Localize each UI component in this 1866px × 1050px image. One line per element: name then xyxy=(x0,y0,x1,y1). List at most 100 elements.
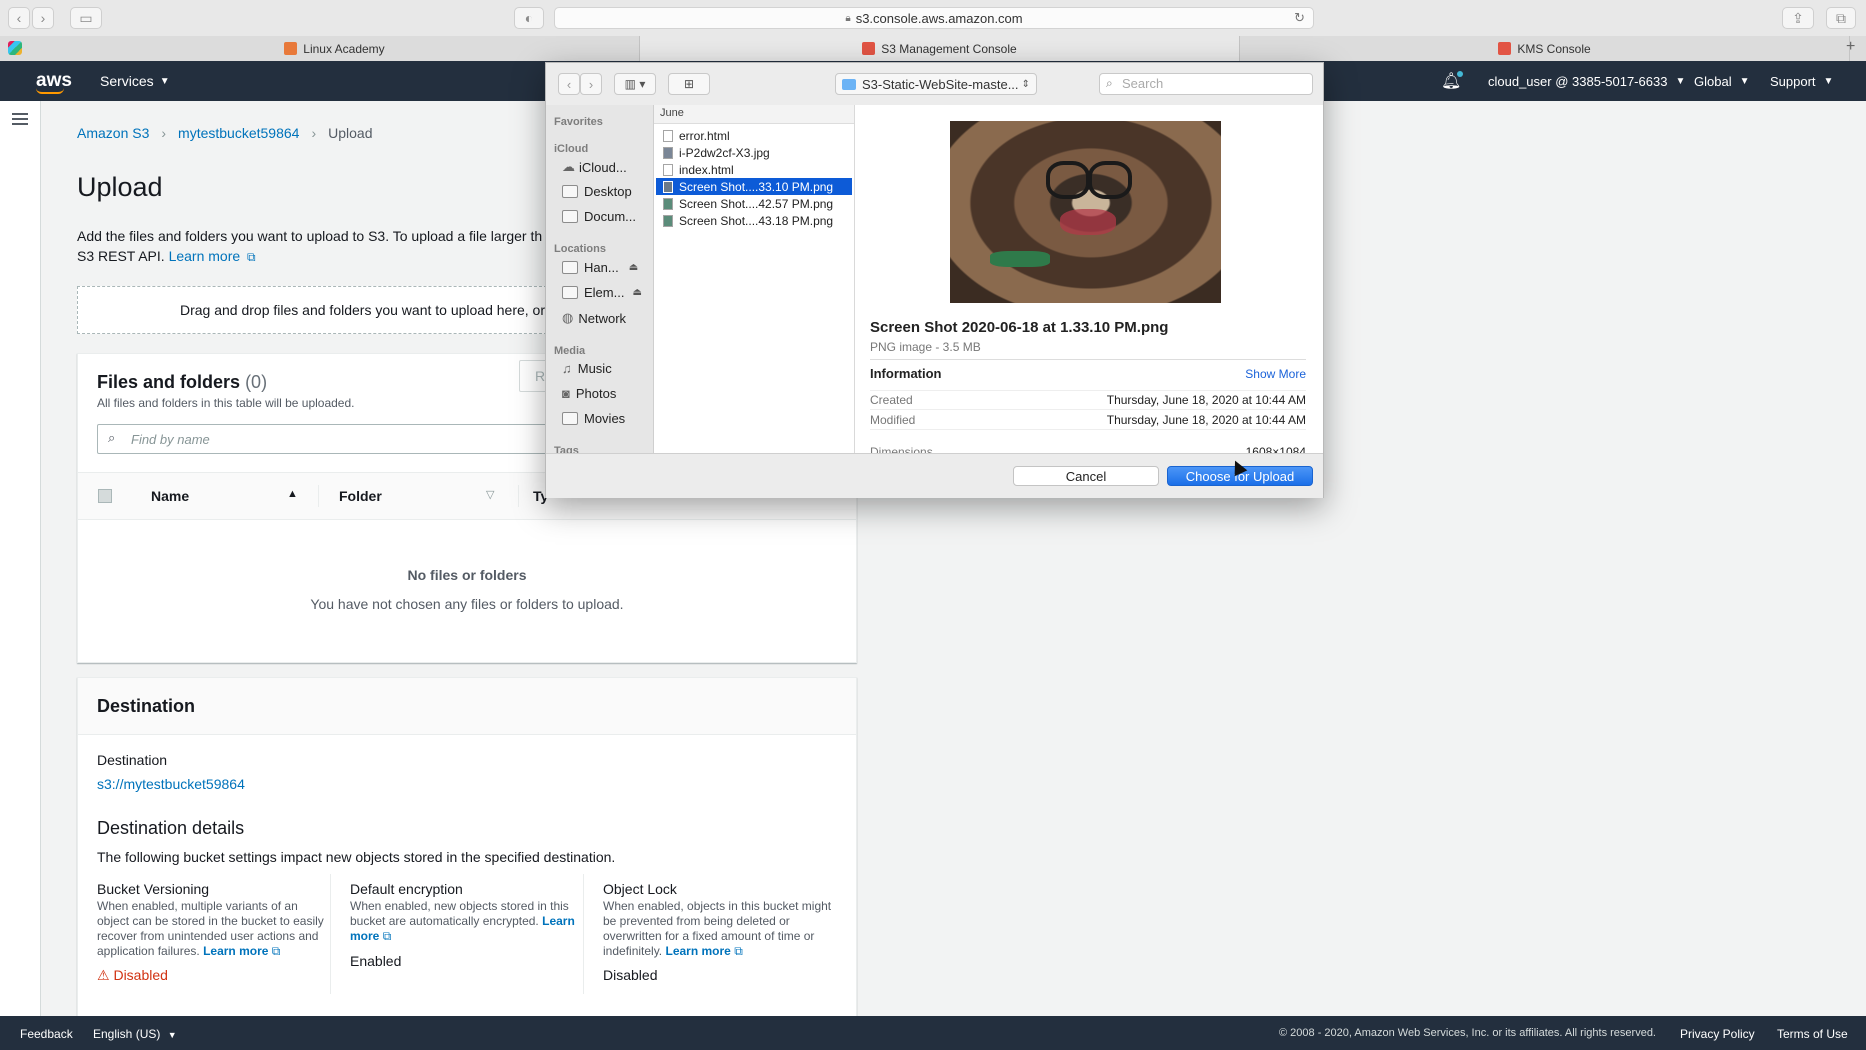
image-file-icon xyxy=(663,197,673,210)
default-encryption-desc: bucket are automatically encrypted. xyxy=(350,914,539,928)
destination-details-title: Destination details xyxy=(97,818,245,838)
share-icon[interactable]: ⇪ xyxy=(1782,7,1814,29)
sidebar-item-label: Photos xyxy=(575,386,617,401)
files-count: (0) xyxy=(245,372,268,392)
sidebar-item-desktop[interactable]: Desktop xyxy=(562,184,632,199)
privacy-policy-link[interactable]: Privacy Policy xyxy=(1680,1027,1755,1041)
chevron-right-icon: › xyxy=(311,125,317,141)
back-icon[interactable]: ‹ xyxy=(8,7,30,29)
new-folder-icon[interactable]: ⊞ xyxy=(668,73,710,95)
breadcrumb-amazon-s3[interactable]: Amazon S3 xyxy=(77,125,149,141)
language-menu[interactable]: English (US) ▼ xyxy=(93,1027,177,1041)
learn-more-link[interactable]: more xyxy=(350,929,379,943)
bucket-versioning-desc: When enabled, multiple variants of an xyxy=(97,899,298,913)
sidebar-item-label: Desktop xyxy=(584,184,632,199)
find-by-name-input[interactable]: ⌕ Find by name xyxy=(97,424,567,454)
page-title: Upload xyxy=(77,172,163,202)
caret-down-icon: ▼ xyxy=(159,75,170,87)
support-menu[interactable]: Support ▼ xyxy=(1770,61,1833,101)
show-more-link[interactable]: Show More xyxy=(1245,367,1306,381)
destination-panel: Destination Destination s3://mytestbucke… xyxy=(77,677,857,1024)
file-name: Screen Shot....33.10 PM.png xyxy=(679,179,834,194)
object-lock-desc: indefinitely. xyxy=(603,944,663,958)
file-item[interactable]: Screen Shot....42.57 PM.png xyxy=(656,195,852,212)
cancel-button[interactable]: Cancel xyxy=(1013,466,1159,486)
privacy-shield-icon[interactable]: ◐ xyxy=(514,7,544,29)
sidebar-item-label: Music xyxy=(577,361,612,376)
tab-s3-console[interactable]: S3 Management Console xyxy=(640,36,1240,61)
learn-more-link[interactable]: Learn more xyxy=(169,248,241,264)
tab-kms-console[interactable]: KMS Console xyxy=(1240,36,1850,61)
feedback-link[interactable]: Feedback xyxy=(20,1027,73,1041)
hamburger-menu-icon[interactable] xyxy=(12,113,28,125)
column-name[interactable]: Name xyxy=(151,488,189,504)
column-divider xyxy=(583,874,584,994)
destination-header: Destination xyxy=(78,678,856,735)
sidebar-item-label: Elem... xyxy=(584,285,625,300)
sort-ascending-icon[interactable]: ▲ xyxy=(287,488,298,500)
film-icon xyxy=(562,412,578,425)
sidebar-item-movies[interactable]: Movies xyxy=(562,411,625,426)
bell-icon[interactable]: 🔔︎ xyxy=(1441,61,1461,101)
created-value: Thursday, June 18, 2020 at 10:44 AM xyxy=(1106,393,1306,407)
empty-state-description: You have not chosen any files or folders… xyxy=(310,596,624,612)
breadcrumb-bucket[interactable]: mytestbucket59864 xyxy=(178,125,299,141)
learn-more-link[interactable]: Learn more xyxy=(203,944,268,958)
address-bar[interactable]: 🔒︎ s3.console.aws.amazon.com ↻ xyxy=(554,7,1314,29)
sidebar-item-label: Movies xyxy=(584,411,626,426)
cancel-button-label: Cancel xyxy=(1065,468,1107,484)
sidebar-heading-media: Media xyxy=(554,345,586,357)
forward-icon[interactable]: › xyxy=(32,7,54,29)
sidebar-item-documents[interactable]: Docum... xyxy=(562,209,636,224)
drop-zone[interactable]: Drag and drop files and folders you want… xyxy=(77,286,547,334)
sidebar-item-hard-drive[interactable]: Han... ⏏ xyxy=(562,260,638,275)
files-panel-subtitle: All files and folders in this table will… xyxy=(97,396,355,410)
services-menu[interactable]: Services ▼ xyxy=(100,61,170,101)
location-label: S3-Static-WebSite-maste... xyxy=(862,76,1019,92)
file-item[interactable]: error.html xyxy=(656,127,852,144)
dialog-forward-icon[interactable]: › xyxy=(580,73,602,95)
lock-icon: 🔒︎ xyxy=(845,12,851,24)
select-all-checkbox[interactable] xyxy=(98,489,112,503)
file-name: i-P2dw2cf-X3.jpg xyxy=(679,145,770,160)
object-lock-desc: be prevented from being deleted or xyxy=(603,914,790,928)
reload-icon[interactable]: ↻ xyxy=(1294,10,1305,26)
dialog-search-input[interactable]: ⌕ Search xyxy=(1099,73,1313,95)
new-tab-icon[interactable]: + xyxy=(1846,38,1855,56)
file-item-selected[interactable]: Screen Shot....33.10 PM.png xyxy=(656,178,852,195)
file-item[interactable]: index.html xyxy=(656,161,852,178)
dialog-back-icon[interactable]: ‹ xyxy=(558,73,580,95)
learn-more-link[interactable]: Learn more xyxy=(666,944,731,958)
aws-logo[interactable]: aws xyxy=(36,61,72,101)
updown-chevron-icon: ⇕ xyxy=(1021,78,1030,90)
account-label: cloud_user @ 3385-5017-6633 xyxy=(1488,73,1668,89)
eject-icon[interactable]: ⏏ xyxy=(632,287,641,298)
file-item[interactable]: Screen Shot....43.18 PM.png xyxy=(656,212,852,229)
tab-linux-academy[interactable]: Linux Academy xyxy=(30,36,640,61)
sidebar-item-elements[interactable]: Elem... ⏏ xyxy=(562,285,642,300)
tabs-overview-icon[interactable]: ⧉ xyxy=(1826,7,1856,29)
learn-more-link[interactable]: Learn xyxy=(542,914,575,928)
column-header: June xyxy=(654,105,854,124)
account-menu[interactable]: cloud_user @ 3385-5017-6633 ▼ xyxy=(1488,61,1685,101)
destination-link[interactable]: s3://mytestbucket59864 xyxy=(97,776,245,792)
caret-down-icon: ▼ xyxy=(167,1030,177,1040)
column-folder[interactable]: Folder xyxy=(339,488,382,504)
file-item[interactable]: i-P2dw2cf-X3.jpg xyxy=(656,144,852,161)
tab-bar: Linux Academy S3 Management Console KMS … xyxy=(0,36,1866,62)
location-popup[interactable]: S3-Static-WebSite-maste... ⇕ xyxy=(835,73,1037,95)
terms-of-use-link[interactable]: Terms of Use xyxy=(1777,1027,1848,1041)
eject-icon[interactable]: ⏏ xyxy=(629,262,638,273)
sidebar-item-icloud-drive[interactable]: ☁ iCloud... xyxy=(562,159,627,175)
sidebar-item-music[interactable]: ♫ Music xyxy=(562,361,612,376)
sort-icon[interactable]: ▽ xyxy=(486,488,494,501)
sidebar-item-network[interactable]: ◍ Network xyxy=(562,310,626,326)
region-menu[interactable]: Global ▼ xyxy=(1694,61,1749,101)
caret-down-icon: ▼ xyxy=(1675,75,1686,87)
pinned-tab-icon[interactable] xyxy=(8,41,22,55)
language-label: English (US) xyxy=(93,1027,161,1041)
sidebar-toggle-icon[interactable]: ▭ xyxy=(70,7,102,29)
bucket-versioning-desc: application failures. xyxy=(97,944,200,958)
sidebar-item-photos[interactable]: ◙ Photos xyxy=(562,386,616,401)
view-mode-columns-icon[interactable]: ▥ ▾ xyxy=(614,73,656,95)
